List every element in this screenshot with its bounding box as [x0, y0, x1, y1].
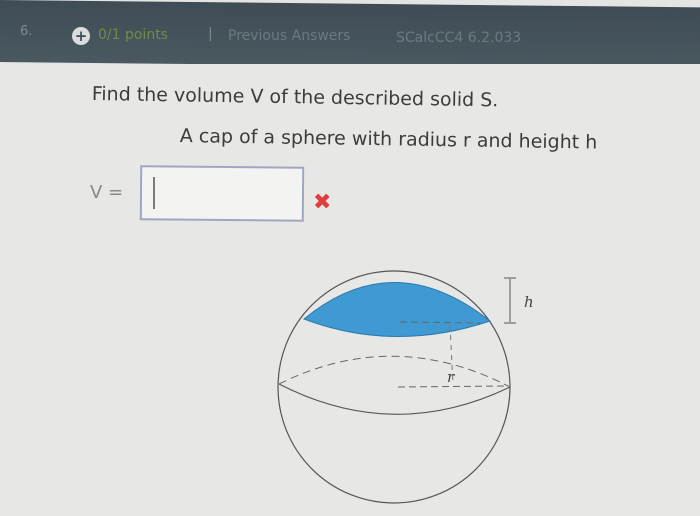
equator-back	[278, 355, 511, 388]
answer-label: V =	[90, 182, 124, 203]
points-score: 0/1 points	[98, 27, 168, 43]
height-label: h	[524, 293, 534, 311]
sphere-cap	[303, 282, 492, 337]
sphere-cap-diagram: h r	[277, 270, 534, 504]
question-number: 6.	[20, 24, 33, 39]
incorrect-x-icon: ✖	[313, 190, 332, 215]
header-separator: |	[208, 26, 213, 42]
question-reference: SCalcCC4 6.2.033	[396, 30, 522, 46]
radius-line	[397, 385, 507, 388]
previous-answers-link[interactable]: Previous Answers	[228, 28, 350, 44]
expand-plus-icon[interactable]: +	[72, 27, 90, 45]
text-cursor	[153, 177, 155, 209]
answer-input[interactable]	[139, 165, 305, 222]
equator-front	[278, 383, 511, 415]
radius-label: r	[447, 368, 455, 386]
